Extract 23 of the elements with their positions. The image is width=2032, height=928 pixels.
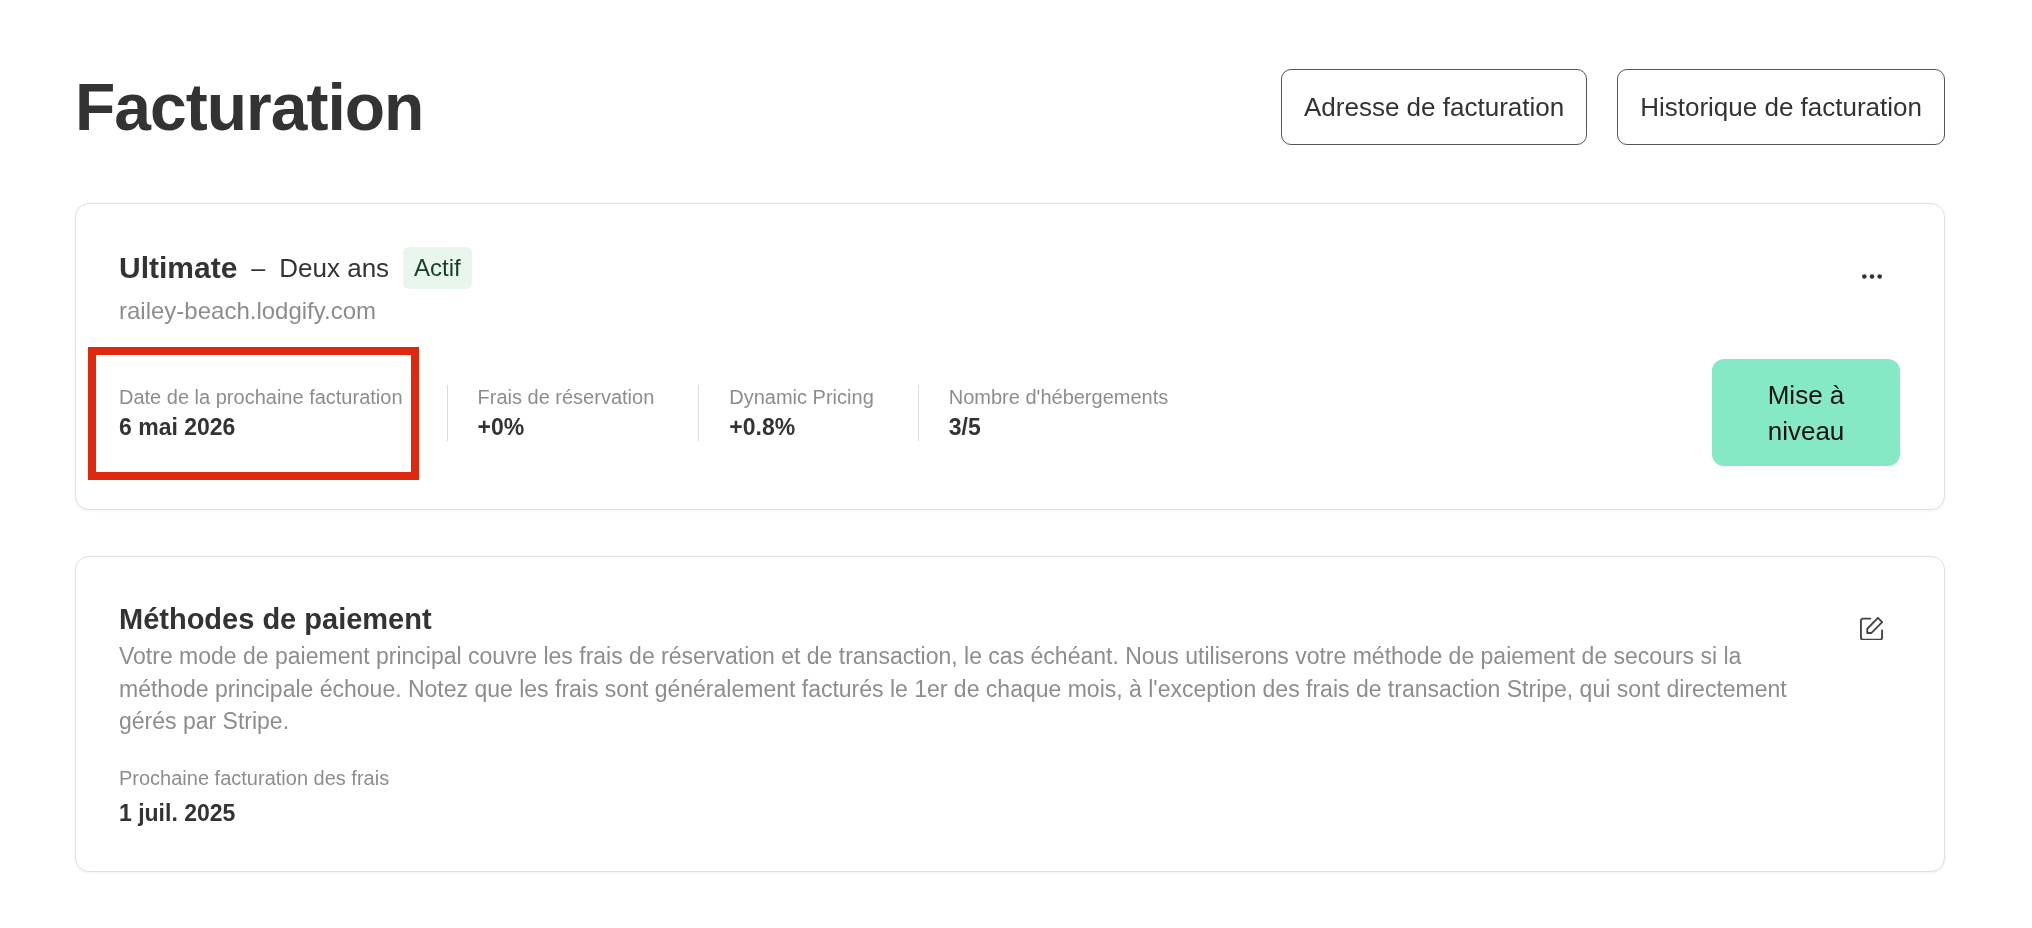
- domain-text: railey-beach.lodgify.com: [119, 296, 377, 326]
- billing-address-button[interactable]: Adresse de facturation: [1281, 69, 1588, 145]
- plan-term: Deux ans: [279, 252, 390, 284]
- section-title: Méthodes de paiement: [119, 602, 433, 637]
- stat-label: Frais de réservation: [477, 384, 655, 409]
- stat-label: Date de la prochaine facturation: [119, 384, 403, 409]
- stat-value: +0%: [477, 412, 526, 441]
- more-icon[interactable]: [1862, 274, 1882, 279]
- stat-value: +0.8%: [729, 412, 797, 441]
- stat-value: 6 mai 2026: [119, 412, 237, 441]
- separator-dash: –: [251, 253, 266, 283]
- stat-value: 3/5: [948, 412, 982, 441]
- plan-name: Ultimate: [119, 251, 238, 285]
- next-billing-label: Prochaine facturation des frais: [119, 765, 391, 790]
- next-billing-date: 1 juil. 2025: [119, 798, 237, 827]
- billing-history-button[interactable]: Historique de facturation: [1617, 69, 1945, 145]
- stat-label: Nombre d'hébergements: [948, 384, 1169, 409]
- status-badge: Actif: [403, 247, 472, 289]
- stat-label: Dynamic Pricing: [729, 384, 874, 409]
- edit-icon[interactable]: [1860, 617, 1883, 640]
- description-text: Votre mode de paiement principal couvre les frais de réservation et de transaction, le cas échéant. Nous utiliserons votre méthode de paiement de secours si la méthode principale échoue. Notez que les frais sont généralement facturés le 1er de chaque mois, à l'exception des frais de transaction Stripe, qui sont directement gérés par Stripe.: [119, 642, 1788, 736]
- upgrade-button[interactable]: Mise à niveau: [1712, 359, 1900, 466]
- page-title: Facturation: [75, 74, 424, 140]
